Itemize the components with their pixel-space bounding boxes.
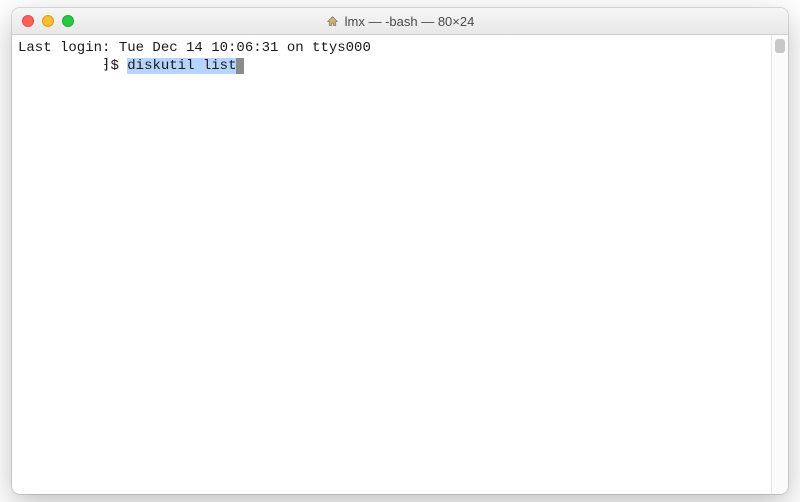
- traffic-lights: [22, 15, 74, 27]
- prompt-line: ⁆$ diskutil list: [18, 57, 765, 75]
- titlebar[interactable]: lmx — -bash — 80×24: [12, 8, 788, 35]
- cursor-icon: [236, 58, 244, 74]
- prompt-indent: [18, 58, 102, 74]
- command-input[interactable]: diskutil list: [127, 58, 236, 74]
- terminal-output[interactable]: Last login: Tue Dec 14 10:06:31 on ttys0…: [12, 35, 771, 494]
- home-icon: [326, 15, 339, 28]
- window-title-text: lmx — -bash — 80×24: [345, 14, 475, 29]
- vertical-scrollbar[interactable]: [771, 35, 788, 494]
- zoom-button[interactable]: [62, 15, 74, 27]
- last-login-line: Last login: Tue Dec 14 10:06:31 on ttys0…: [18, 39, 765, 57]
- terminal-window: lmx — -bash — 80×24 Last login: Tue Dec …: [12, 8, 788, 494]
- minimize-button[interactable]: [42, 15, 54, 27]
- window-title: lmx — -bash — 80×24: [12, 8, 788, 34]
- terminal-content-area: Last login: Tue Dec 14 10:06:31 on ttys0…: [12, 35, 788, 494]
- close-button[interactable]: [22, 15, 34, 27]
- prompt-suffix: $: [110, 58, 127, 74]
- scroll-thumb[interactable]: [775, 39, 785, 53]
